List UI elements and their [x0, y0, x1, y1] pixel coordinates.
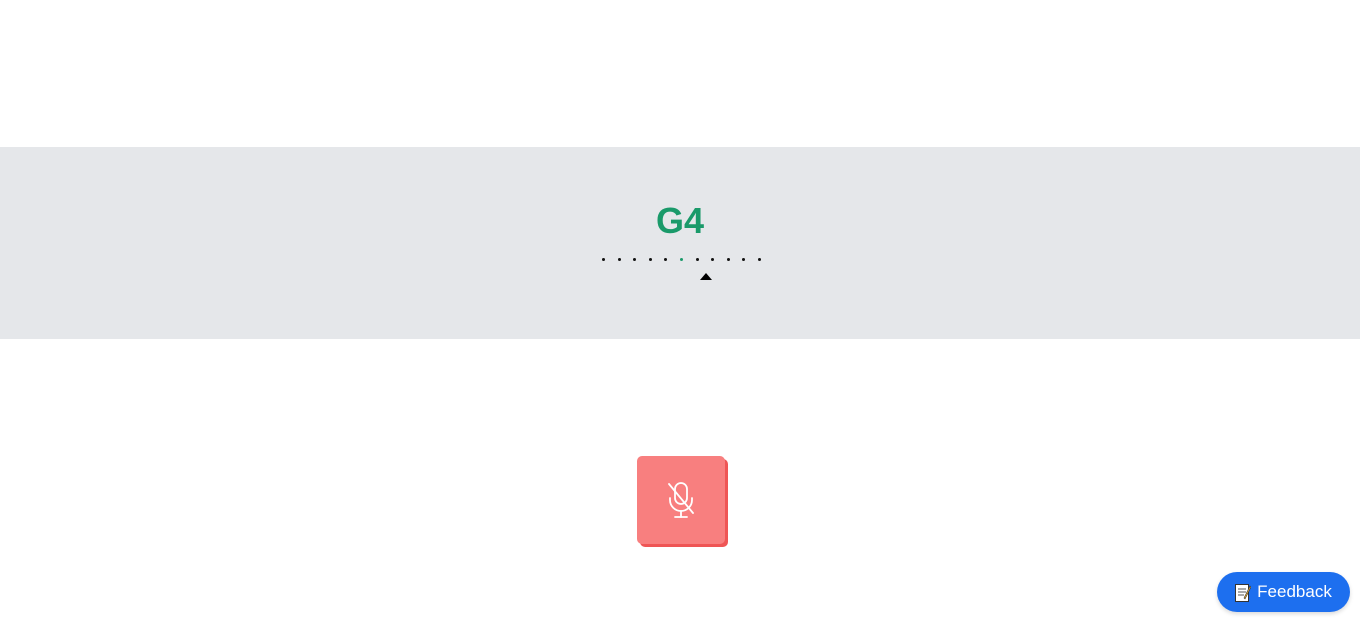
scale-tick — [758, 258, 761, 261]
feedback-label: Feedback — [1257, 582, 1332, 601]
scale-center-tick — [680, 258, 683, 261]
feedback-button[interactable]: Feedback — [1217, 572, 1350, 612]
scale-tick — [617, 258, 621, 261]
scale-tick — [711, 258, 715, 261]
tuner-page: G4 Feedback — [0, 0, 1360, 622]
mic-off-icon — [668, 482, 694, 518]
mic-toggle-button[interactable] — [637, 456, 725, 544]
note-name: G4 — [655, 200, 705, 241]
scale-tick — [664, 258, 668, 261]
scale-tick — [695, 258, 699, 261]
scale-tick — [633, 258, 637, 261]
tuner-display — [0, 147, 1360, 339]
scale-tick — [602, 258, 605, 261]
tuning-scale — [602, 258, 764, 262]
pitch-pointer-icon — [700, 273, 713, 280]
scale-tick — [726, 258, 730, 261]
scale-tick — [742, 258, 746, 261]
memo-icon — [1235, 583, 1252, 602]
scale-tick — [648, 258, 652, 261]
